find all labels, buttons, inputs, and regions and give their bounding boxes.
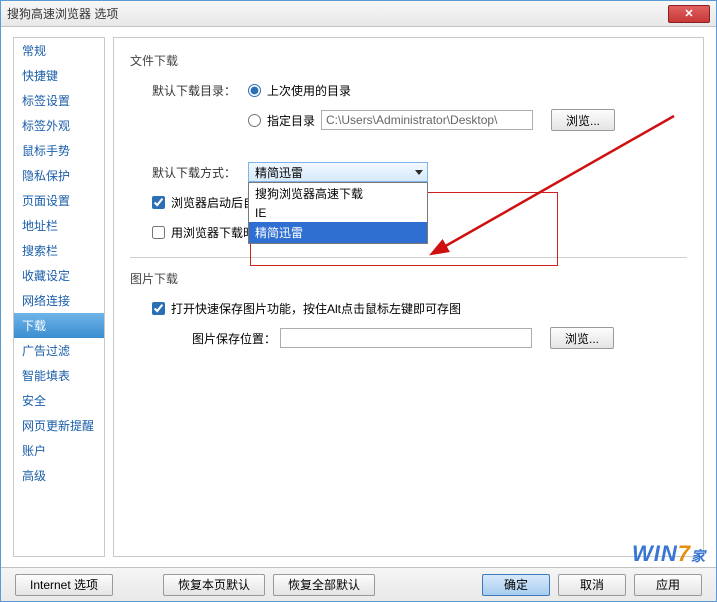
chk-quick-save[interactable]	[152, 302, 165, 315]
sidebar-item-4[interactable]: 鼠标手势	[14, 138, 104, 163]
chk-quick-save-label: 打开快速保存图片功能，按住Alt点击鼠标左键即可存图	[171, 300, 461, 317]
cancel-button[interactable]: 取消	[558, 574, 626, 596]
sidebar-item-14[interactable]: 安全	[14, 388, 104, 413]
combo-option-2[interactable]: 精简迅雷	[249, 222, 427, 243]
row-specify-dir: 指定目录 浏览...	[152, 109, 687, 131]
chk-disable-label: 用浏览器下载时	[171, 224, 255, 241]
radio-last-used[interactable]	[248, 84, 261, 97]
ok-button[interactable]: 确定	[482, 574, 550, 596]
radio-specify[interactable]	[248, 114, 261, 127]
browse-image-button[interactable]: 浏览...	[550, 327, 614, 349]
sidebar-item-15[interactable]: 网页更新提醒	[14, 413, 104, 438]
combo-option-1[interactable]: IE	[249, 204, 427, 222]
radio-last-used-label: 上次使用的目录	[267, 82, 351, 99]
sidebar-item-8[interactable]: 搜索栏	[14, 238, 104, 263]
main-panel: 文件下载 默认下载目录： 上次使用的目录 指定目录 浏览...	[113, 37, 704, 557]
internet-options-button[interactable]: Internet 选项	[15, 574, 113, 596]
titlebar: 搜狗高速浏览器 选项 ✕	[1, 1, 716, 27]
sidebar-item-16[interactable]: 账户	[14, 438, 104, 463]
sidebar-item-10[interactable]: 网络连接	[14, 288, 104, 313]
sidebar-item-7[interactable]: 地址栏	[14, 213, 104, 238]
combo-selected-text: 精简迅雷	[255, 164, 303, 181]
combo-option-0[interactable]: 搜狗浏览器高速下载	[249, 183, 427, 204]
radio-specify-wrap[interactable]: 指定目录	[248, 112, 315, 129]
chevron-down-icon	[415, 170, 423, 175]
row-quick-save: 打开快速保存图片功能，按住Alt点击鼠标左键即可存图	[152, 297, 687, 319]
sidebar-item-17[interactable]: 高级	[14, 463, 104, 488]
radio-last-used-wrap[interactable]: 上次使用的目录	[248, 82, 351, 99]
apply-button[interactable]: 应用	[634, 574, 702, 596]
footer: Internet 选项 恢复本页默认 恢复全部默认 确定 取消 应用	[1, 567, 716, 601]
sidebar-item-1[interactable]: 快捷键	[14, 63, 104, 88]
sidebar-item-13[interactable]: 智能填表	[14, 363, 104, 388]
download-method-combo[interactable]: 精简迅雷 搜狗浏览器高速下载IE精简迅雷	[248, 162, 428, 182]
chk-quick-save-wrap[interactable]: 打开快速保存图片功能，按住Alt点击鼠标左键即可存图	[152, 300, 461, 317]
sidebar-item-3[interactable]: 标签外观	[14, 113, 104, 138]
window-title: 搜狗高速浏览器 选项	[7, 5, 118, 22]
sidebar-item-12[interactable]: 广告过滤	[14, 338, 104, 363]
sidebar-item-9[interactable]: 收藏设定	[14, 263, 104, 288]
sidebar-item-5[interactable]: 隐私保护	[14, 163, 104, 188]
chk-disable-wrap[interactable]: 用浏览器下载时	[152, 224, 255, 241]
options-window: 搜狗高速浏览器 选项 ✕ 常规快捷键标签设置标签外观鼠标手势隐私保护页面设置地址…	[0, 0, 717, 602]
label-image-save-path: 图片保存位置：	[192, 330, 276, 347]
sidebar-item-2[interactable]: 标签设置	[14, 88, 104, 113]
section-title-image-download: 图片下载	[130, 270, 687, 287]
chk-disable[interactable]	[152, 226, 165, 239]
sidebar-item-0[interactable]: 常规	[14, 38, 104, 63]
chk-autorun[interactable]	[152, 196, 165, 209]
radio-specify-label: 指定目录	[267, 112, 315, 129]
body: 常规快捷键标签设置标签外观鼠标手势隐私保护页面设置地址栏搜索栏收藏设定网络连接下…	[1, 27, 716, 557]
download-method-dropdown: 搜狗浏览器高速下载IE精简迅雷	[248, 182, 428, 244]
section-title-file-download: 文件下载	[130, 52, 687, 69]
path-input[interactable]	[321, 110, 533, 130]
sidebar-item-6[interactable]: 页面设置	[14, 188, 104, 213]
section-divider	[130, 257, 687, 258]
image-path-input[interactable]	[280, 328, 532, 348]
close-button[interactable]: ✕	[668, 5, 710, 23]
close-icon: ✕	[684, 7, 693, 20]
restore-all-button[interactable]: 恢复全部默认	[273, 574, 375, 596]
row-image-save-path: 图片保存位置： 浏览...	[152, 327, 687, 349]
row-default-dir: 默认下载目录： 上次使用的目录	[152, 79, 687, 101]
label-default-dir: 默认下载目录：	[152, 82, 248, 99]
restore-page-button[interactable]: 恢复本页默认	[163, 574, 265, 596]
sidebar-item-11[interactable]: 下载	[14, 313, 104, 338]
sidebar: 常规快捷键标签设置标签外观鼠标手势隐私保护页面设置地址栏搜索栏收藏设定网络连接下…	[13, 37, 105, 557]
row-default-method: 默认下载方式： 精简迅雷 搜狗浏览器高速下载IE精简迅雷	[152, 161, 687, 183]
browse-dir-button[interactable]: 浏览...	[551, 109, 615, 131]
label-default-method: 默认下载方式：	[152, 164, 248, 181]
